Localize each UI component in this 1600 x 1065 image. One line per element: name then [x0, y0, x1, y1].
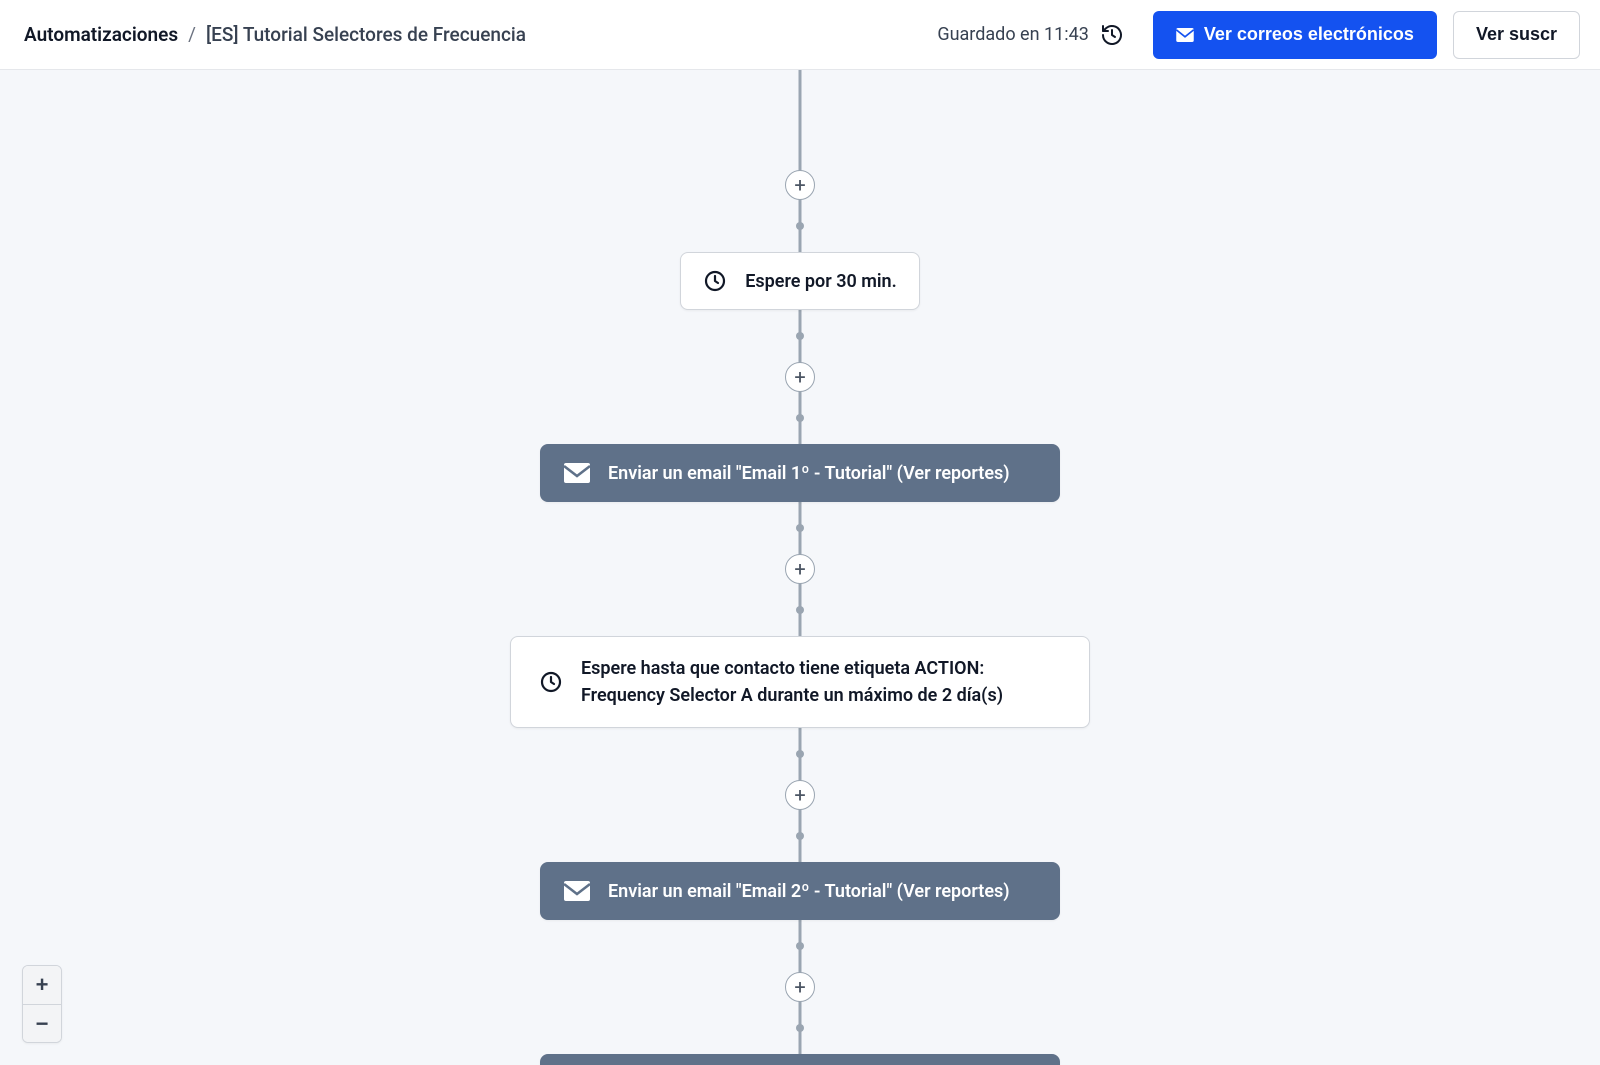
send-email-node[interactable]: Enviar un email "Email 3º - Tutorial" (V… — [540, 1054, 1060, 1065]
flow-connector-dot — [796, 1024, 804, 1032]
flow-connector-dot — [796, 942, 804, 950]
node-label: Enviar un email "Email 1º - Tutorial" (V… — [608, 463, 1036, 484]
breadcrumb-page: [ES] Tutorial Selectores de Frecuencia — [206, 23, 526, 46]
view-emails-button[interactable]: Ver correos electrónicos — [1153, 11, 1437, 59]
flow-connector-dot — [796, 222, 804, 230]
zoom-in-button[interactable]: + — [23, 966, 61, 1004]
mail-icon — [564, 881, 590, 901]
flow-connector-dot — [796, 332, 804, 340]
node-label: Espere hasta que contacto tiene etiqueta… — [581, 655, 1061, 709]
clock-icon — [703, 269, 727, 293]
view-subscribers-button[interactable]: Ver suscr — [1453, 11, 1580, 59]
send-email-node[interactable]: Enviar un email "Email 1º - Tutorial" (V… — [540, 444, 1060, 502]
wait-until-node[interactable]: Espere hasta que contacto tiene etiqueta… — [510, 636, 1090, 728]
mail-icon — [1176, 28, 1194, 42]
add-step-button[interactable]: + — [785, 972, 815, 1002]
automation-canvas[interactable]: + Espere por 30 min. + Enviar un email "Ema… — [0, 70, 1600, 1065]
view-emails-label: Ver correos electrónicos — [1204, 24, 1414, 45]
header-bar: Automatizaciones / [ES] Tutorial Selecto… — [0, 0, 1600, 70]
breadcrumb-root[interactable]: Automatizaciones — [24, 23, 178, 46]
saved-status-label: Guardado en 11:43 — [937, 24, 1089, 45]
flow-connector-dot — [796, 414, 804, 422]
node-label: Enviar un email "Email 2º - Tutorial" (V… — [608, 881, 1036, 902]
clock-icon — [539, 670, 563, 694]
mail-icon — [564, 463, 590, 483]
node-label: Espere por 30 min. — [745, 271, 896, 292]
flow-connector-dot — [796, 750, 804, 758]
view-subscribers-label: Ver suscr — [1476, 24, 1557, 45]
add-step-button[interactable]: + — [785, 170, 815, 200]
history-icon[interactable] — [1099, 22, 1125, 48]
send-email-node[interactable]: Enviar un email "Email 2º - Tutorial" (V… — [540, 862, 1060, 920]
flow-connector-dot — [796, 524, 804, 532]
zoom-controls: + − — [22, 965, 62, 1043]
wait-node[interactable]: Espere por 30 min. — [680, 252, 919, 310]
flow-connector-dot — [796, 606, 804, 614]
zoom-out-button[interactable]: − — [23, 1004, 61, 1042]
add-step-button[interactable]: + — [785, 554, 815, 584]
add-step-button[interactable]: + — [785, 362, 815, 392]
breadcrumb: Automatizaciones / [ES] Tutorial Selecto… — [24, 23, 526, 46]
flow-connector-dot — [796, 832, 804, 840]
breadcrumb-separator: / — [188, 23, 196, 46]
add-step-button[interactable]: + — [785, 780, 815, 810]
